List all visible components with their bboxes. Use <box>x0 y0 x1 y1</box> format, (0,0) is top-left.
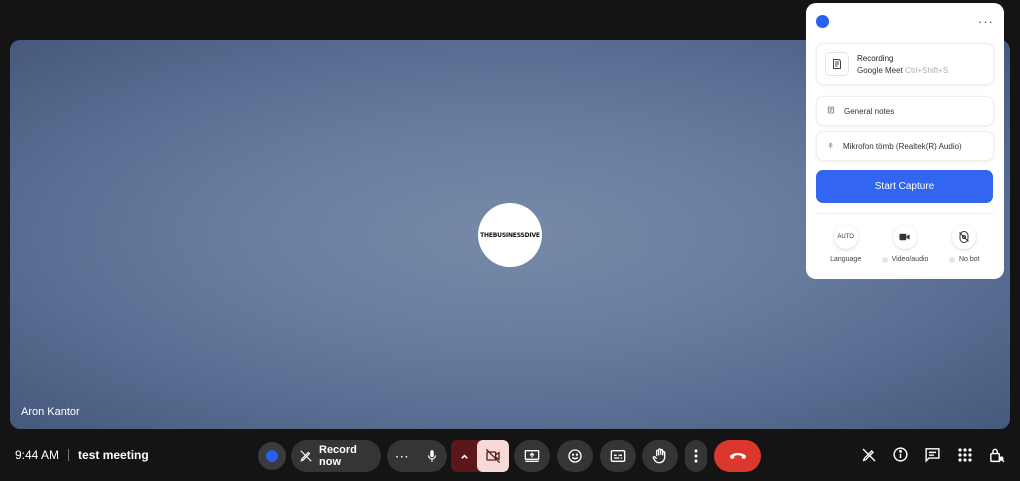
bottom-control-bar: 9:44 AM test meeting Record now ⋯ <box>0 436 1020 476</box>
language-label-text: Language <box>830 256 862 263</box>
capture-panel: ··· Recording Google Meet Ctrl+Shift+S G… <box>806 3 1004 279</box>
lock-person-icon[interactable] <box>987 445 1006 464</box>
recording-hotkey: Ctrl+Shift+S <box>905 65 949 75</box>
more-horizontal-icon[interactable]: ⋯ <box>395 449 410 463</box>
clock-time: 9:44 AM <box>15 448 60 462</box>
mic-icon <box>827 141 834 152</box>
notes-icon <box>825 52 849 76</box>
participant-name: Aron Kantor <box>21 406 80 418</box>
participant-avatar: THEBUSINESSDIVE <box>478 203 542 267</box>
microphone-selector[interactable]: Mikrofon tömb (Realtek(R) Audio) <box>816 131 994 161</box>
meeting-info: 9:44 AM test meeting <box>15 448 149 462</box>
camera-control-group <box>451 440 509 472</box>
captions-button[interactable] <box>600 440 636 472</box>
pencil-slash-icon <box>299 449 313 463</box>
microphone-label: Mikrofon tömb (Realtek(R) Audio) <box>843 141 962 151</box>
apps-icon[interactable] <box>955 445 974 464</box>
more-options-button[interactable] <box>685 440 707 472</box>
chevron-up-icon[interactable] <box>451 452 477 461</box>
chat-icon[interactable] <box>923 445 942 464</box>
mic-icon[interactable] <box>425 448 439 464</box>
right-toolbar <box>859 445 1006 464</box>
record-now-label: Record now <box>319 444 357 468</box>
emoji-icon <box>567 448 583 464</box>
option-no-bot-label: No bot <box>949 256 980 263</box>
info-icon[interactable] <box>891 445 910 464</box>
extension-logo-icon <box>266 450 278 462</box>
no-bot-label-text: No bot <box>959 256 980 263</box>
recording-source-text: Google Meet <box>857 65 903 75</box>
document-icon <box>827 106 835 116</box>
recording-title: Recording <box>857 53 894 63</box>
pencil-slash-icon[interactable] <box>859 445 878 464</box>
more-vertical-icon <box>694 449 698 463</box>
raise-hand-button[interactable] <box>642 440 678 472</box>
capture-options: AUTO Language Video/audio No bot <box>816 225 994 263</box>
general-notes-selector[interactable]: General notes <box>816 96 994 126</box>
more-horizontal-icon[interactable]: ··· <box>978 15 994 28</box>
general-notes-label: General notes <box>844 106 895 116</box>
mic-control-group: ⋯ <box>387 440 447 472</box>
video-icon <box>892 225 917 249</box>
hangup-icon <box>729 451 747 461</box>
bot-off-icon <box>952 225 977 249</box>
video-audio-label-text: Video/audio <box>891 256 929 263</box>
record-now-button[interactable]: Record now <box>291 440 381 472</box>
option-video-audio[interactable]: Video/audio <box>875 225 934 263</box>
recording-card[interactable]: Recording Google Meet Ctrl+Shift+S <box>816 43 994 85</box>
leave-call-button[interactable] <box>714 440 761 472</box>
option-language[interactable]: AUTO Language <box>816 225 875 263</box>
option-no-bot[interactable]: No bot <box>935 225 994 263</box>
panel-header: ··· <box>816 15 994 28</box>
panel-divider <box>816 213 994 214</box>
video-audio-toggle[interactable] <box>881 256 888 263</box>
option-video-audio-label: Video/audio <box>881 256 929 263</box>
divider <box>68 449 70 461</box>
present-icon <box>524 449 540 463</box>
language-auto-badge: AUTO <box>833 225 858 249</box>
camera-off-icon[interactable] <box>477 440 509 472</box>
meeting-name: test meeting <box>78 448 149 462</box>
avatar-logo-text: THEBUSINESSDIVE <box>480 231 540 239</box>
present-button[interactable] <box>514 440 550 472</box>
panel-logo-icon <box>816 15 829 28</box>
start-capture-button[interactable]: Start Capture <box>816 170 993 203</box>
captions-icon <box>610 449 626 463</box>
hand-icon <box>652 447 668 465</box>
emoji-button[interactable] <box>557 440 593 472</box>
no-bot-toggle[interactable] <box>949 256 955 263</box>
extension-button[interactable] <box>258 442 286 470</box>
recording-source: Google Meet Ctrl+Shift+S <box>857 66 948 75</box>
option-language-label: Language <box>830 256 861 263</box>
